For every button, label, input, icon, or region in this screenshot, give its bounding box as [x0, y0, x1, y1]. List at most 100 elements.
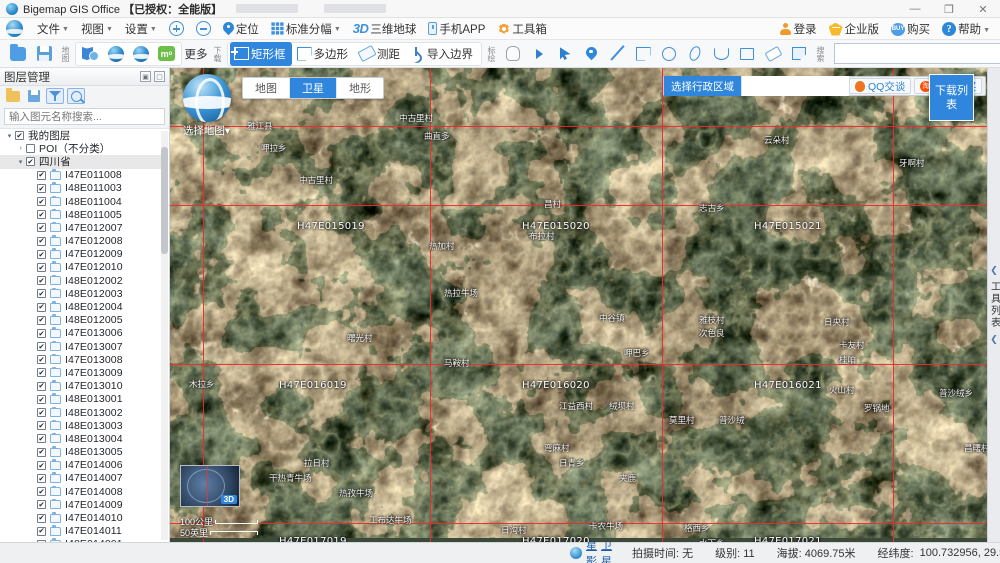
layer-tree-scroll-thumb[interactable]: [161, 147, 168, 254]
tree-row[interactable]: ▾ 四川省: [0, 155, 161, 169]
layer-checkbox[interactable]: [37, 473, 46, 483]
mini-map[interactable]: 3D: [180, 465, 240, 507]
layer-checkbox[interactable]: [37, 394, 46, 404]
tree-row[interactable]: I47E013008: [0, 353, 161, 366]
import-tool-button[interactable]: [787, 42, 811, 66]
circle-tool-button[interactable]: [657, 42, 681, 66]
marker-tool-button[interactable]: [579, 42, 603, 66]
layer-open-button[interactable]: [4, 88, 22, 104]
tree-row[interactable]: I47E013010: [0, 380, 161, 393]
tree-row[interactable]: I47E012010: [0, 261, 161, 274]
layer-find-button[interactable]: [67, 88, 85, 104]
tree-row[interactable]: I48E013002: [0, 406, 161, 419]
layer-checkbox[interactable]: [37, 434, 46, 444]
basemap-tab-map[interactable]: 地图: [243, 78, 290, 98]
more-button[interactable]: 更多: [184, 42, 208, 66]
arc-tool-button[interactable]: [709, 42, 733, 66]
layer-checkbox[interactable]: [37, 262, 46, 272]
import-boundary-button[interactable]: 导入边界: [407, 42, 479, 66]
layer-checkbox[interactable]: [37, 408, 46, 418]
layer-checkbox[interactable]: [37, 526, 46, 536]
zoom-out-button[interactable]: [190, 19, 217, 38]
minimize-button[interactable]: —: [898, 0, 932, 18]
map-canvas[interactable]: H47E015019 H47E015020 H47E015021 H47E016019…: [170, 68, 1000, 542]
tree-row[interactable]: I47E014011: [0, 525, 161, 538]
menu-item-settings[interactable]: 设置 ▼: [119, 19, 163, 39]
menu-item-toolbox[interactable]: 工具箱: [491, 19, 553, 39]
panel-dock-button[interactable]: ▣: [140, 71, 151, 82]
line-tool-button[interactable]: [605, 42, 629, 66]
layer-checkbox[interactable]: [37, 342, 46, 352]
play-tool-button[interactable]: [527, 42, 551, 66]
tree-row[interactable]: I48E011003: [0, 182, 161, 195]
tree-row[interactable]: I48E012002: [0, 274, 161, 287]
tree-row[interactable]: I48E013004: [0, 432, 161, 445]
layer-checkbox[interactable]: [37, 460, 46, 470]
tree-row[interactable]: I48E011004: [0, 195, 161, 208]
tree-row[interactable]: ▾我的图层: [0, 129, 161, 142]
tree-row[interactable]: I47E011008: [0, 169, 161, 182]
basemap-tab-terrain[interactable]: 地形: [337, 78, 383, 98]
measure-button[interactable]: 测距: [355, 42, 406, 66]
layer-checkbox[interactable]: [37, 276, 46, 286]
login-button[interactable]: 登录: [774, 19, 823, 39]
panel-close-button[interactable]: ▢: [154, 71, 165, 82]
menu-item-locate[interactable]: 定位: [217, 19, 265, 39]
zoom-in-button[interactable]: [163, 19, 190, 38]
close-button[interactable]: ✕: [966, 0, 1000, 18]
purchase-button[interactable]: BUY 购买: [885, 19, 936, 39]
polygon-select-button[interactable]: 多边形: [293, 42, 355, 66]
download-mp-button[interactable]: mo: [154, 42, 179, 66]
layer-checkbox[interactable]: [37, 328, 46, 338]
layer-tree-scrollbar[interactable]: [161, 131, 168, 540]
layer-checkbox[interactable]: [37, 249, 46, 259]
tree-row[interactable]: I47E013007: [0, 340, 161, 353]
menu-item-mobile-app[interactable]: 手机APP: [422, 19, 491, 39]
layer-checkbox[interactable]: [37, 355, 46, 365]
pan-tool-button[interactable]: [501, 42, 525, 66]
layer-checkbox[interactable]: [37, 315, 46, 325]
layer-checkbox[interactable]: [37, 197, 46, 207]
tree-row[interactable]: › POI（不分类）: [0, 142, 161, 155]
rect-select-button[interactable]: 矩形框: [230, 41, 292, 66]
menu-item-view[interactable]: 视图 ▼: [75, 19, 119, 39]
layer-checkbox[interactable]: [15, 131, 24, 141]
menu-item-3d-earth[interactable]: 3D 三维地球: [347, 19, 423, 39]
layer-checkbox[interactable]: [37, 236, 46, 246]
enterprise-button[interactable]: 企业版: [823, 19, 886, 39]
basemap-tab-satellite[interactable]: 卫星: [290, 78, 337, 98]
tree-row[interactable]: I48E013005: [0, 446, 161, 459]
download-list-button[interactable]: 下载列表: [929, 74, 974, 121]
tree-row[interactable]: I48E012005: [0, 314, 161, 327]
layer-checkbox[interactable]: [37, 539, 46, 542]
chevron-down-icon[interactable]: ▾: [4, 132, 15, 140]
tree-row[interactable]: I47E012008: [0, 235, 161, 248]
chevron-left-icon-2[interactable]: ❮: [990, 334, 998, 345]
tree-row[interactable]: I48E013001: [0, 393, 161, 406]
layer-save-button[interactable]: [25, 88, 43, 104]
download-globe2-button[interactable]: [129, 42, 153, 66]
tree-row[interactable]: I48E014001: [0, 538, 161, 542]
menu-item-standard-sheet[interactable]: 标准分幅 ▼: [265, 19, 347, 39]
layer-checkbox[interactable]: [37, 302, 46, 312]
layer-checkbox[interactable]: [26, 144, 35, 154]
layer-checkbox[interactable]: [37, 170, 46, 180]
layer-checkbox[interactable]: [37, 183, 46, 193]
open-project-button[interactable]: [6, 42, 30, 66]
menu-item-file[interactable]: 文件 ▼: [31, 19, 75, 39]
layer-checkbox[interactable]: [37, 513, 46, 523]
tree-row[interactable]: I47E014007: [0, 472, 161, 485]
layer-checkbox[interactable]: [37, 381, 46, 391]
layer-checkbox[interactable]: [37, 447, 46, 457]
map-source-selector[interactable]: 选择地图▾: [178, 74, 235, 138]
tree-row[interactable]: I48E011005: [0, 208, 161, 221]
search-input[interactable]: [834, 43, 1000, 64]
layer-checkbox[interactable]: [37, 223, 46, 233]
tree-row[interactable]: I47E012009: [0, 248, 161, 261]
admin-region-field[interactable]: [741, 76, 849, 96]
chevron-right-icon[interactable]: ›: [15, 145, 26, 152]
tree-row[interactable]: I47E014006: [0, 459, 161, 472]
download-map-button[interactable]: [78, 42, 103, 66]
tree-row[interactable]: I47E012007: [0, 221, 161, 234]
select-tool-button[interactable]: [553, 42, 577, 66]
